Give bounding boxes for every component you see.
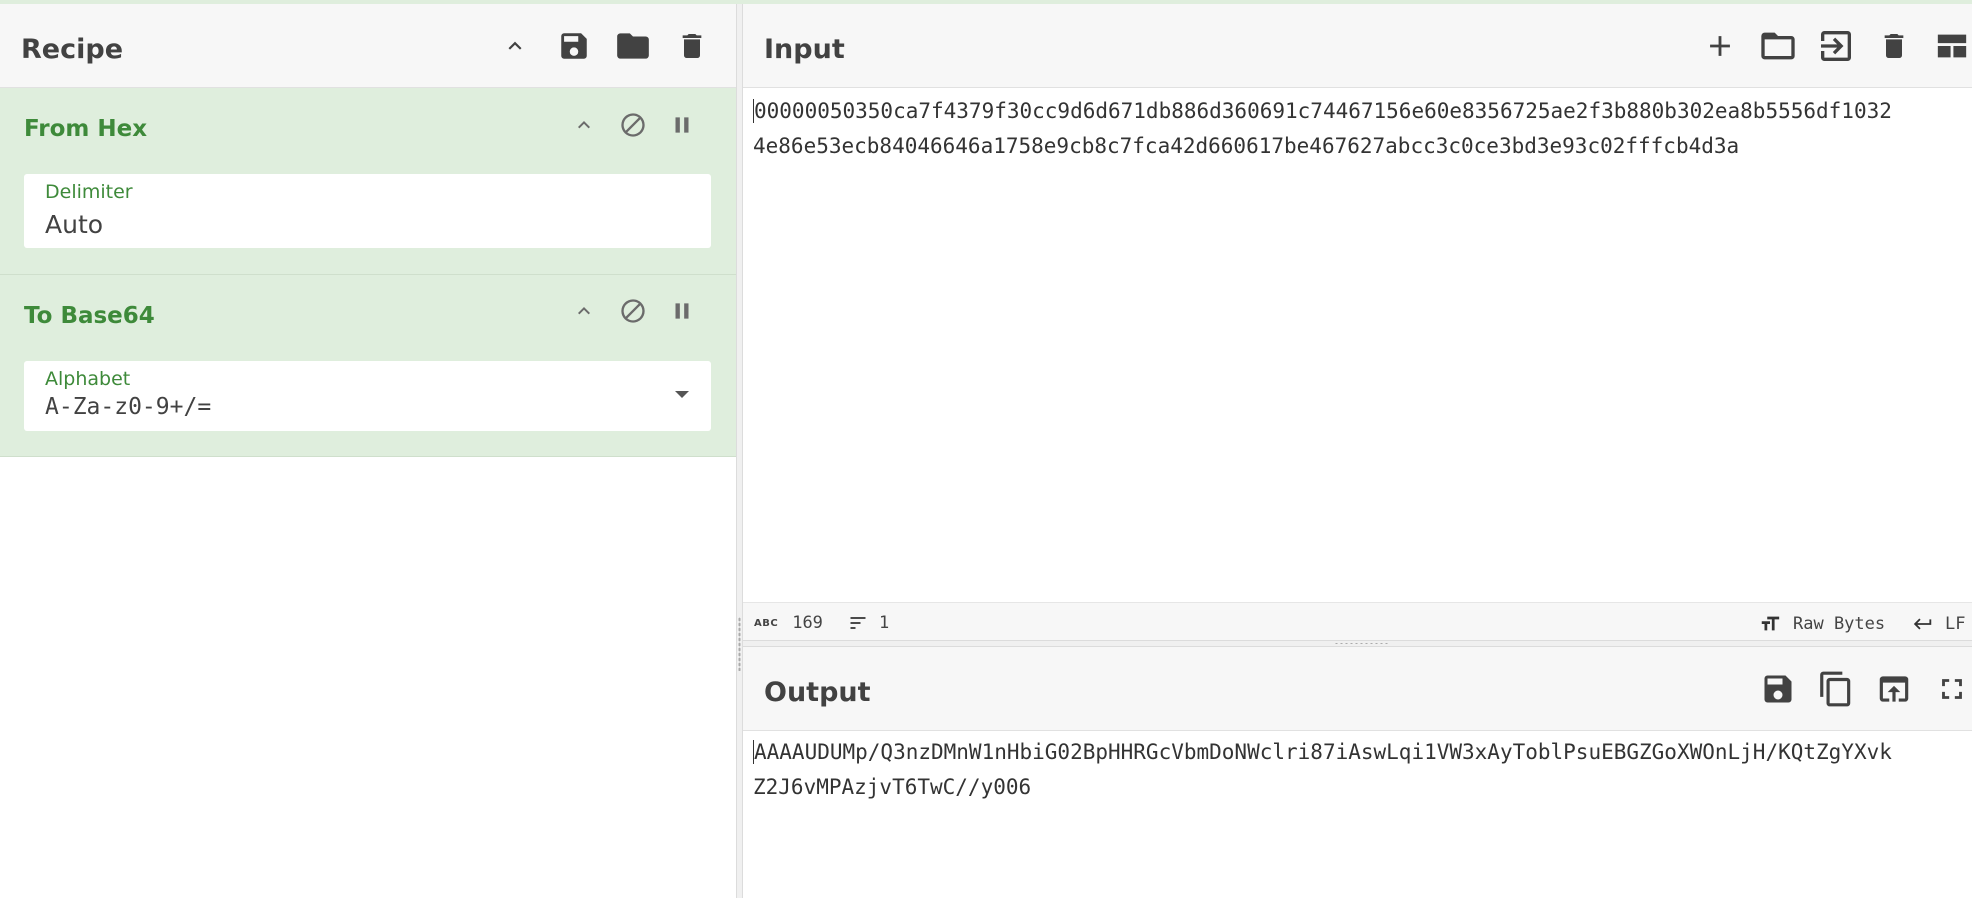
- fullscreen-icon: [1942, 679, 1962, 699]
- dropdown-arrow-icon[interactable]: [675, 391, 689, 398]
- output-text-line-2: Z2J6vMPAzjvT6TwC//y006: [753, 775, 1032, 799]
- collapse-operation-button[interactable]: [568, 109, 600, 141]
- operation-title: From Hex: [24, 116, 148, 142]
- alphabet-label: Alphabet: [45, 368, 131, 390]
- chevron-up-icon: [578, 307, 590, 315]
- input-status-bar: ABC 169 1 Raw Bytes LF: [743, 602, 1972, 640]
- output-text-line-1: AAAAUDUMp/Q3nzDMnW1nHbiG02BpHHRGcVbmDoNW…: [754, 740, 1892, 764]
- alphabet-value: A-Za-z0-9+/=: [45, 394, 212, 420]
- char-count-value: 169: [792, 613, 823, 633]
- vertical-resize-handle[interactable]: [736, 4, 743, 898]
- recipe-toolbar: [476, 26, 712, 66]
- recipe-title: Recipe: [21, 34, 124, 65]
- operation-to-base64[interactable]: To Base64 Alphabet A-Za-z0-9+/=: [0, 275, 736, 457]
- chevron-up-icon: [508, 41, 522, 50]
- lines-icon: [850, 617, 866, 629]
- reset-layout-button[interactable]: [1932, 26, 1972, 66]
- breakpoint-button[interactable]: [666, 295, 698, 327]
- operation-from-hex[interactable]: From Hex Delimiter Auto: [0, 88, 736, 275]
- text-size-icon: [1761, 616, 1780, 631]
- input-pane: Input 00000050350ca7f4379f30cc9d6d671db8…: [743, 4, 1972, 640]
- alphabet-select[interactable]: Alphabet A-Za-z0-9+/=: [24, 361, 711, 431]
- resize-grip: [1334, 642, 1388, 645]
- replace-input-icon: [1879, 676, 1909, 702]
- operation-title: To Base64: [24, 303, 155, 329]
- pause-icon: [675, 303, 689, 319]
- collapse-operation-button[interactable]: [568, 295, 600, 327]
- load-recipe-button[interactable]: [613, 26, 653, 66]
- output-toolbar: [1740, 669, 1972, 709]
- input-text-line-1: 00000050350ca7f4379f30cc9d6d671db886d360…: [754, 99, 1892, 123]
- pause-icon: [675, 117, 689, 133]
- input-text-line-2: 4e86e53ecb84046646a1758e9cb8c7fca42d6606…: [753, 134, 1740, 158]
- return-icon: [1913, 618, 1932, 630]
- recipe-pane: Recipe From Hex Delimiter Auto To Base64…: [0, 4, 736, 898]
- folder-icon: [1761, 32, 1795, 60]
- trash-icon: [1884, 34, 1904, 58]
- save-output-button[interactable]: [1758, 669, 1798, 709]
- add-tab-button[interactable]: [1700, 26, 1740, 66]
- delimiter-value: Auto: [45, 210, 104, 239]
- save-recipe-button[interactable]: [554, 26, 594, 66]
- abc-icon: ABC: [754, 617, 779, 629]
- disable-operation-button[interactable]: [617, 109, 649, 141]
- input-title: Input: [764, 34, 845, 65]
- resize-grip: [738, 617, 741, 671]
- save-icon: [561, 33, 587, 59]
- delimiter-label: Delimiter: [45, 181, 133, 203]
- input-header: Input: [743, 4, 1972, 88]
- copy-icon: [1820, 671, 1851, 707]
- eol-value: LF: [1945, 614, 1966, 634]
- input-line: 00000050350ca7f4379f30cc9d6d671db886d360…: [753, 94, 1968, 129]
- output-pane: Output AAAAUDUMp/Q3nzDMnW1nHbiG02BpHHRGc…: [743, 647, 1972, 898]
- output-line: AAAAUDUMp/Q3nzDMnW1nHbiG02BpHHRGcVbmDoNW…: [753, 735, 1968, 770]
- disable-icon: [621, 299, 645, 323]
- plus-icon: [1710, 36, 1730, 56]
- recipe-header: Recipe: [0, 4, 736, 88]
- disable-operation-button[interactable]: [617, 295, 649, 327]
- open-folder-button[interactable]: [1758, 26, 1798, 66]
- copy-output-button[interactable]: [1816, 669, 1856, 709]
- disable-icon: [621, 113, 645, 137]
- char-count: ABC 169: [754, 613, 823, 633]
- output-header: Output: [743, 647, 1972, 731]
- import-icon: [1821, 31, 1851, 61]
- replace-input-button[interactable]: [1874, 669, 1914, 709]
- layout-icon: [1937, 34, 1967, 58]
- clear-recipe-button[interactable]: [672, 26, 712, 66]
- input-textarea[interactable]: 00000050350ca7f4379f30cc9d6d671db886d360…: [753, 94, 1968, 164]
- collapse-all-button[interactable]: [495, 26, 535, 66]
- operation-controls: [568, 295, 715, 327]
- output-textarea[interactable]: AAAAUDUMp/Q3nzDMnW1nHbiG02BpHHRGcVbmDoNW…: [753, 735, 1968, 805]
- trash-icon: [682, 34, 702, 58]
- save-icon: [1764, 675, 1792, 703]
- line-count-value: 1: [879, 613, 890, 633]
- eol-selector[interactable]: LF: [1911, 613, 1965, 635]
- operation-controls: [568, 109, 715, 141]
- folder-icon: [617, 33, 649, 59]
- open-file-button[interactable]: [1816, 26, 1856, 66]
- maximise-output-button[interactable]: [1932, 669, 1972, 709]
- encoding-selector[interactable]: Raw Bytes: [1757, 613, 1885, 635]
- delimiter-field[interactable]: Delimiter Auto: [24, 174, 711, 248]
- chevron-up-icon: [578, 121, 590, 129]
- encoding-value: Raw Bytes: [1793, 614, 1886, 634]
- breakpoint-button[interactable]: [666, 109, 698, 141]
- clear-input-button[interactable]: [1874, 26, 1914, 66]
- output-title: Output: [764, 677, 871, 708]
- input-toolbar: [1682, 26, 1972, 66]
- line-count: 1: [847, 613, 889, 633]
